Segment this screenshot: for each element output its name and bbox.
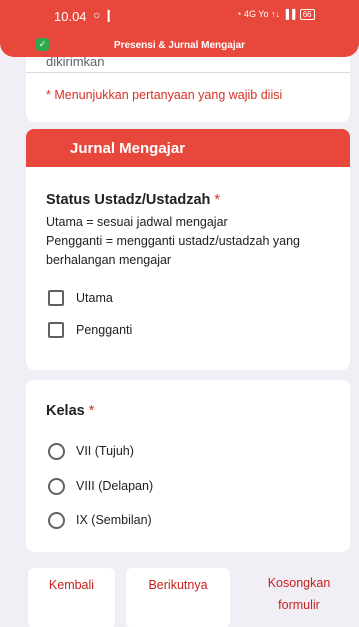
kelas-question-card: Kelas * VII (Tujuh) VIII (Delapan) IX (S… (26, 380, 350, 552)
checkbox-icon[interactable] (48, 322, 64, 338)
radio-viii[interactable]: VIII (Delapan) (48, 478, 208, 496)
battery-icon: 66 (299, 9, 315, 20)
notification-icons: ○ ❙ (93, 8, 114, 22)
clear-form-line-2: formulir (278, 598, 320, 612)
page-title: Presensi & Jurnal Mengajar (113, 40, 246, 51)
back-button-label: Kembali (48, 578, 95, 592)
status-time: 10.04 (54, 9, 87, 24)
checkbox-utama[interactable]: Utama (48, 290, 168, 308)
status-question-card: Jurnal Mengajar Status Ustadz/Ustadzah *… (26, 129, 350, 370)
description-line-1: Utama = sesuai jadwal mengajar (46, 215, 228, 229)
required-mark: * (88, 403, 95, 419)
question-title-text: Status Ustadz/Ustadzah (46, 192, 211, 208)
section-title: Jurnal Mengajar (70, 140, 186, 157)
radio-label: VIII (Delapan) (76, 479, 154, 493)
clear-form-button[interactable]: Kosongkan formulir (245, 568, 353, 627)
question-title: Status Ustadz/Ustadzah * (46, 192, 220, 208)
required-mark: * (214, 192, 221, 208)
title-row: ✓ Presensi & Jurnal Mengajar (0, 34, 359, 56)
app-header: 10.04 ○ ❙ ◔ 4G Yo ↑↓ ▐▐ 66 ✓ Presensi & … (0, 0, 359, 57)
clear-form-label: Kosongkan formulir (245, 568, 353, 616)
back-button[interactable]: Kembali (28, 568, 115, 627)
checkbox-icon[interactable] (48, 290, 64, 306)
description-line-2: Pengganti = mengganti ustadz/ustadzah ya… (46, 234, 301, 267)
radio-label: IX (Sembilan) (76, 513, 152, 527)
checkbox-pengganti[interactable]: Pengganti (48, 322, 188, 340)
checkbox-label: Pengganti (76, 323, 133, 337)
section-header: Jurnal Mengajar (26, 129, 350, 167)
radio-ix[interactable]: IX (Sembilan) (48, 512, 208, 530)
clear-form-line-1: Kosongkan (267, 576, 331, 590)
next-button[interactable]: Berikutnya (126, 568, 230, 627)
checkbox-label: Utama (76, 291, 113, 305)
status-bar: 10.04 ○ ❙ ◔ 4G Yo ↑↓ ▐▐ 66 (0, 0, 359, 30)
signal-icons: ◔ 4G Yo ↑↓ ▐▐ (236, 9, 296, 19)
divider (26, 72, 350, 73)
radio-icon[interactable] (48, 478, 65, 495)
question-description: Utama = sesuai jadwal mengajar Pengganti… (46, 213, 341, 270)
radio-icon[interactable] (48, 512, 65, 529)
signal-battery-icons: ◔ 4G Yo ↑↓ ▐▐ 66 (236, 9, 315, 20)
radio-icon[interactable] (48, 443, 65, 460)
question-title: Kelas * (46, 403, 94, 419)
required-note: * Menunjukkan pertanyaan yang wajib diis… (46, 88, 283, 102)
radio-label: VII (Tujuh) (76, 444, 134, 458)
question-title-text: Kelas (46, 403, 85, 419)
next-button-label: Berikutnya (148, 578, 208, 592)
radio-vii[interactable]: VII (Tujuh) (48, 443, 208, 461)
